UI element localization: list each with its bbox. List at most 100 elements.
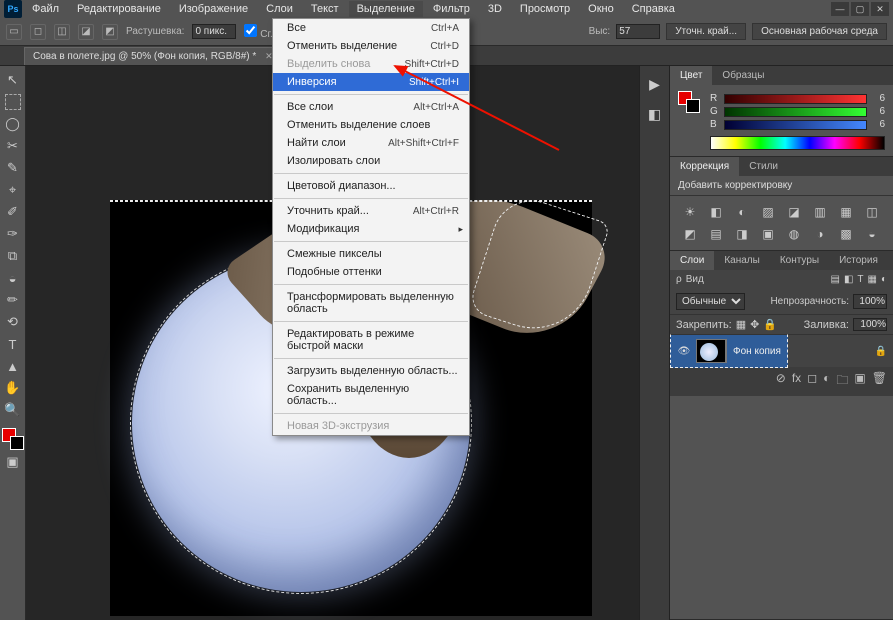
menu-text[interactable]: Текст: [303, 1, 347, 17]
zoom-tool[interactable]: 🔍: [3, 400, 23, 420]
type-tool[interactable]: T: [3, 334, 23, 354]
adjustment-icon[interactable]: ▤: [706, 226, 726, 242]
background-color[interactable]: [10, 436, 24, 450]
blend-mode-select[interactable]: Обычные: [676, 293, 745, 310]
menu-help[interactable]: Справка: [624, 1, 683, 17]
tab-paths[interactable]: Контуры: [770, 251, 829, 270]
brush-tool[interactable]: ✐: [3, 202, 23, 222]
r-slider[interactable]: [724, 94, 867, 104]
eyedropper-tool[interactable]: ⌖: [3, 180, 23, 200]
height-input[interactable]: [616, 24, 660, 39]
marquee-tool-icon[interactable]: ▭: [6, 24, 22, 40]
eraser-tool[interactable]: ⧉: [3, 246, 23, 266]
document-tab[interactable]: Сова в полете.jpg @ 50% (Фон копия, RGB/…: [24, 47, 286, 65]
tab-styles[interactable]: Стили: [739, 157, 788, 176]
menu-edit[interactable]: Редактирование: [69, 1, 169, 17]
filter-icon[interactable]: ▤: [830, 274, 839, 285]
menu-item[interactable]: Модификация: [273, 220, 469, 238]
tab-adjustments[interactable]: Коррекция: [670, 157, 739, 176]
filter-icon[interactable]: ◐: [881, 274, 887, 285]
adjustment-icon[interactable]: ◑: [810, 226, 830, 242]
tab-layers[interactable]: Слои: [670, 251, 714, 270]
menu-image[interactable]: Изображение: [171, 1, 256, 17]
menu-item[interactable]: ВсеCtrl+A: [273, 19, 469, 37]
panel-swatches[interactable]: [678, 91, 700, 113]
adjustment-icon[interactable]: ▣: [758, 226, 778, 242]
history-brush-tool[interactable]: ⟲: [3, 312, 23, 332]
menu-window[interactable]: Окно: [580, 1, 622, 17]
new-layer-icon[interactable]: ▣: [854, 371, 865, 392]
group-icon[interactable]: 🗀: [836, 371, 848, 392]
tab-swatches[interactable]: Образцы: [712, 66, 774, 85]
tab-color[interactable]: Цвет: [670, 66, 712, 85]
gradient-tool[interactable]: ◒: [3, 268, 23, 288]
adjustment-icon[interactable]: ◐: [732, 204, 752, 220]
tab-channels[interactable]: Каналы: [714, 251, 770, 270]
adjustment-icon[interactable]: ◫: [862, 204, 882, 220]
subtract-selection-icon[interactable]: ◪: [78, 24, 94, 40]
move-tool[interactable]: ↖: [3, 70, 23, 90]
layer-thumb[interactable]: [696, 339, 726, 363]
window-minimize[interactable]: —: [831, 2, 849, 16]
workspace-switcher[interactable]: Основная рабочая среда: [752, 23, 887, 40]
visibility-icon[interactable]: 👁: [677, 346, 691, 357]
menu-item[interactable]: Найти слоиAlt+Shift+Ctrl+F: [273, 134, 469, 152]
menu-item[interactable]: Отменить выделениеCtrl+D: [273, 37, 469, 55]
menu-item[interactable]: Трансформировать выделенную область: [273, 288, 469, 318]
adjustment-icon[interactable]: ☀: [680, 204, 700, 220]
lock-position-icon[interactable]: ✥: [750, 318, 759, 331]
crop-tool[interactable]: ✎: [3, 158, 23, 178]
filter-icon[interactable]: ◧: [844, 274, 853, 285]
menu-item[interactable]: Изолировать слои: [273, 152, 469, 170]
menu-3d[interactable]: 3D: [480, 1, 510, 17]
filter-icon[interactable]: T: [857, 274, 863, 285]
refine-edge-button[interactable]: Уточн. край...: [666, 23, 746, 40]
adjustment-icon[interactable]: ◍: [784, 226, 804, 242]
layer-row[interactable]: 👁 Фон копия: [670, 334, 788, 368]
adjustment-icon[interactable]: ◒: [862, 226, 882, 242]
stamp-tool[interactable]: ✑: [3, 224, 23, 244]
lock-all-icon[interactable]: 🔒: [763, 318, 777, 331]
menu-item[interactable]: ИнверсияShift+Ctrl+I: [273, 73, 469, 91]
window-maximize[interactable]: ▢: [851, 2, 869, 16]
adjustment-icon[interactable]: ▨: [758, 204, 778, 220]
lock-pixels-icon[interactable]: ▦: [736, 318, 746, 331]
layer-fx-icon[interactable]: fx: [792, 371, 801, 392]
add-selection-icon[interactable]: ◫: [54, 24, 70, 40]
menu-item[interactable]: Сохранить выделенную область...: [273, 380, 469, 410]
adjustment-icon[interactable]: ▩: [836, 226, 856, 242]
menu-item[interactable]: Все слоиAlt+Ctrl+A: [273, 98, 469, 116]
ellipse-marquee-tool[interactable]: ◯: [3, 114, 23, 134]
pen-tool[interactable]: ✏: [3, 290, 23, 310]
adjustment-icon[interactable]: ▥: [810, 204, 830, 220]
menu-item[interactable]: Подобные оттенки: [273, 263, 469, 281]
fill-input[interactable]: [853, 318, 887, 331]
menu-item[interactable]: Уточнить край...Alt+Ctrl+R: [273, 202, 469, 220]
hand-tool[interactable]: ✋: [3, 378, 23, 398]
path-tool[interactable]: ▲: [3, 356, 23, 376]
menu-item[interactable]: Цветовой диапазон...: [273, 177, 469, 195]
opacity-input[interactable]: [853, 294, 887, 309]
menu-item[interactable]: Редактировать в режиме быстрой маски: [273, 325, 469, 355]
rect-marquee-tool[interactable]: [3, 92, 23, 112]
adjustment-icon[interactable]: ◨: [732, 226, 752, 242]
window-close[interactable]: ✕: [871, 2, 889, 16]
menu-view[interactable]: Просмотр: [512, 1, 578, 17]
adjustment-icon[interactable]: ◪: [784, 204, 804, 220]
delete-layer-icon[interactable]: 🗑: [872, 371, 887, 392]
lasso-tool[interactable]: ✂: [3, 136, 23, 156]
b-slider[interactable]: [724, 120, 867, 130]
feather-input[interactable]: [192, 24, 236, 39]
menu-layers[interactable]: Слои: [258, 1, 301, 17]
filter-icon[interactable]: ▦: [868, 274, 877, 285]
adjustment-icon[interactable]: ▦: [836, 204, 856, 220]
tab-history[interactable]: История: [829, 251, 888, 270]
link-layers-icon[interactable]: ⊘: [776, 371, 786, 392]
menu-file[interactable]: Файл: [24, 1, 67, 17]
g-slider[interactable]: [724, 107, 867, 117]
spectrum-bar[interactable]: [710, 136, 885, 150]
quickmask-icon[interactable]: ▣: [3, 452, 23, 472]
layer-mask-icon[interactable]: ◻: [807, 371, 817, 392]
layer-filter-kind[interactable]: Вид: [686, 274, 704, 285]
new-selection-icon[interactable]: ◻: [30, 24, 46, 40]
